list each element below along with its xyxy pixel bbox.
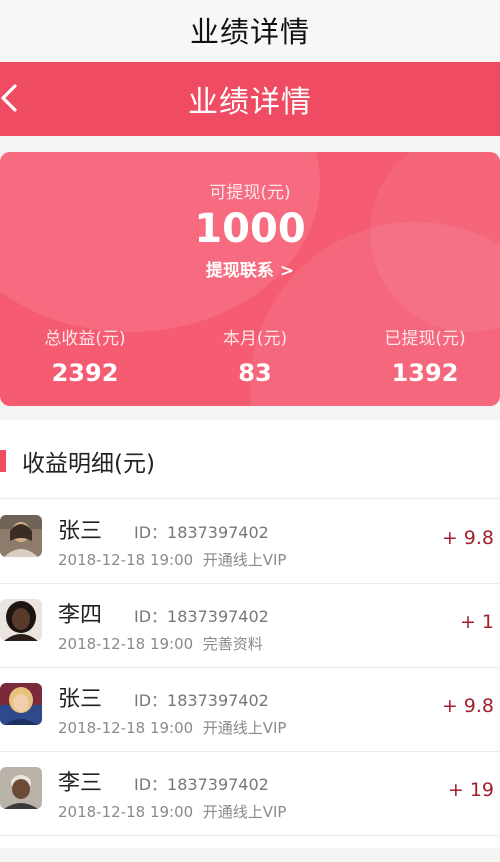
item-amount: + 9.8 (441, 527, 494, 549)
bottom-hint (0, 848, 500, 862)
item-meta: 2018-12-18 19:00 开通线上VIP (58, 717, 286, 738)
stat-value: 1392 (391, 359, 459, 387)
avatar (0, 683, 42, 725)
user-name: 李三 (58, 771, 103, 796)
stat-total: 总收益(元) 2392 (0, 324, 170, 387)
earnings-summary-card: 可提现(元) 1000 提现联系 > 总收益(元) 2392 本月(元) 83 … (0, 152, 500, 406)
stat-month: 本月(元) 83 (170, 324, 340, 387)
list-item[interactable]: 李四 ID：1837397402 2018-12-18 19:00 完善资料 +… (0, 583, 500, 668)
avatar (0, 515, 42, 557)
list-item[interactable]: 张三 ID：1837397402 2018-12-18 19:00 开通线上VI… (0, 667, 500, 752)
item-desc: 开通线上VIP (202, 719, 287, 737)
list-item[interactable]: 李三 ID：1837397402 2018-12-18 19:00 开通线上VI… (0, 751, 500, 836)
item-time: 2018-12-18 19:00 (58, 803, 194, 821)
item-amount: + 19 (447, 779, 494, 801)
item-time: 2018-12-18 19:00 (58, 551, 194, 569)
stat-label: 已提现(元) (384, 329, 466, 349)
item-meta: 2018-12-18 19:00 开通线上VIP (58, 801, 286, 822)
stat-withdrawn: 已提现(元) 1392 (340, 324, 500, 387)
item-amount: + 9.8 (441, 695, 494, 717)
user-name: 张三 (58, 687, 103, 712)
stat-label: 本月(元) (222, 329, 288, 349)
item-time: 2018-12-18 19:00 (58, 719, 194, 737)
item-meta: 2018-12-18 19:00 完善资料 (58, 633, 263, 654)
user-name: 李四 (58, 603, 103, 628)
section-header: 收益明细(元) (0, 420, 500, 499)
stat-value: 2392 (51, 359, 119, 387)
user-id: ID：1837397402 (134, 775, 269, 794)
withdraw-contact-link[interactable]: 提现联系 > (0, 256, 500, 281)
page-title: 业绩详情 (0, 0, 500, 60)
item-desc: 完善资料 (202, 635, 263, 653)
section-title: 收益明细(元) (22, 451, 155, 477)
item-meta: 2018-12-18 19:00 开通线上VIP (58, 549, 286, 570)
item-desc: 开通线上VIP (202, 551, 287, 569)
available-value: 1000 (194, 206, 306, 252)
user-name: 张三 (58, 519, 103, 544)
item-time: 2018-12-18 19:00 (58, 635, 194, 653)
user-id: ID：1837397402 (134, 607, 269, 626)
list-item[interactable]: 张三 ID：1837397402 2018-12-18 19:00 开通线上VI… (0, 499, 500, 584)
user-id: ID：1837397402 (134, 523, 269, 542)
avatar (0, 599, 42, 641)
earnings-detail-section: 收益明细(元) 张三 ID：1837397402 2018-12-18 19:0… (0, 420, 500, 862)
available-label: 可提现(元) (209, 183, 291, 203)
nav-bar: 业绩详情 (0, 62, 500, 136)
section-accent-bar (0, 450, 6, 472)
user-id: ID：1837397402 (134, 691, 269, 710)
stat-label: 总收益(元) (44, 329, 126, 349)
nav-title: 业绩详情 (188, 85, 312, 120)
item-desc: 开通线上VIP (202, 803, 287, 821)
stat-value: 83 (238, 359, 272, 387)
item-amount: + 1 (459, 611, 494, 633)
avatar (0, 767, 42, 809)
